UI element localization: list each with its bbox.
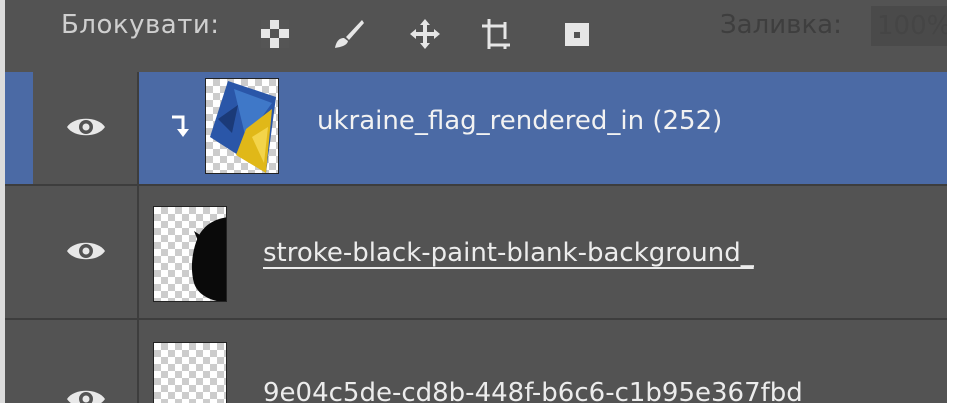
- layer-name[interactable]: stroke-black-paint-blank-background_: [263, 238, 754, 268]
- black-paint-stroke-thumbnail: [153, 206, 227, 302]
- visibility-column: [33, 320, 139, 403]
- clipping-mask-arrow-icon: [172, 115, 189, 137]
- paint-stroke-image: [191, 217, 226, 301]
- eye-icon[interactable]: [65, 384, 107, 403]
- lock-artboard-button[interactable]: [477, 14, 517, 54]
- layer-row-uuid[interactable]: 9e04c5de-cd8b-448f-b6c6-c1b95e367fbd: [5, 320, 947, 403]
- lock-label: Блокувати:: [61, 10, 220, 40]
- flag-image: [210, 81, 276, 173]
- layer-row-ukraine-flag[interactable]: ukraine_flag_rendered_in (252): [5, 72, 947, 184]
- layer-row-stroke-black-paint[interactable]: stroke-black-paint-blank-background_: [5, 186, 947, 318]
- lock-transparent-pixels-button[interactable]: [255, 14, 295, 54]
- layer-name[interactable]: 9e04c5de-cd8b-448f-b6c6-c1b95e367fbd: [263, 378, 803, 403]
- visibility-column: [33, 186, 139, 318]
- lock-row: Блокувати: Заливка: 100%: [5, 0, 961, 72]
- lock-image-pixels-button[interactable]: [329, 14, 369, 54]
- lock-position-button[interactable]: [405, 14, 445, 54]
- panel-right-edge: [947, 0, 964, 403]
- move-arrows-icon: [410, 19, 440, 49]
- fill-label: Заливка:: [720, 10, 842, 40]
- visibility-column: [33, 72, 139, 184]
- layers-panel: Блокувати: Заливка: 100% ukraine_flag_re…: [0, 0, 964, 403]
- eye-icon[interactable]: [65, 112, 107, 142]
- ukraine-flag-thumbnail: [205, 78, 279, 174]
- lock-all-button[interactable]: [557, 14, 597, 54]
- brush-icon: [335, 20, 364, 48]
- eye-icon[interactable]: [65, 236, 107, 266]
- checkerboard-icon: [261, 20, 289, 48]
- layer-name[interactable]: ukraine_flag_rendered_in (252): [317, 106, 722, 136]
- lock-icon: [565, 23, 589, 46]
- artboard-icon: [482, 19, 510, 49]
- transparent-thumbnail: [153, 342, 227, 403]
